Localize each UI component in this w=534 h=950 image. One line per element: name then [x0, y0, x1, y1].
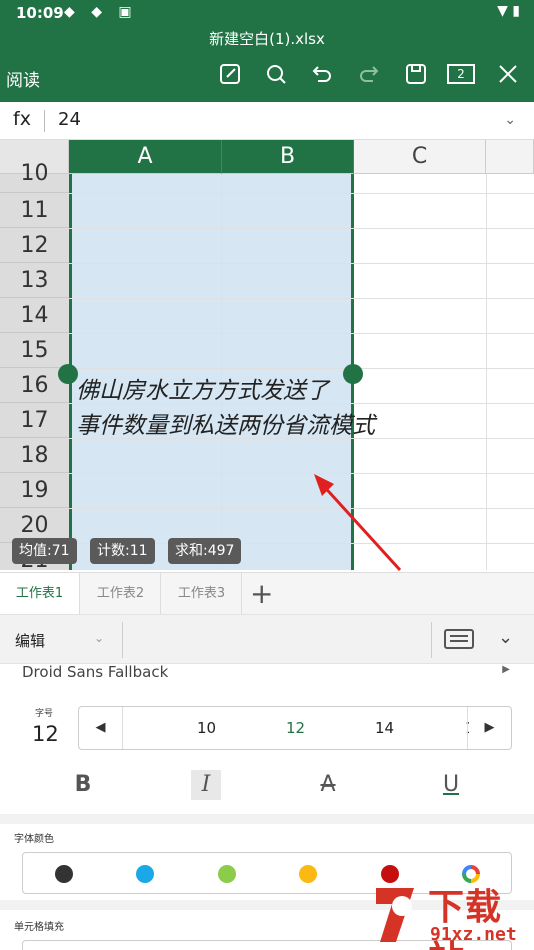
font-size-caption: 字号 [35, 709, 54, 719]
redo-icon[interactable] [355, 60, 383, 88]
keyboard-icon[interactable] [444, 629, 474, 649]
row-header[interactable]: 12 [0, 228, 69, 263]
row-divider [69, 368, 534, 369]
count-badge: 计数:11 [90, 538, 155, 564]
font-size-current: 12 [32, 722, 59, 746]
size-prev-icon[interactable]: ◀ [79, 707, 123, 749]
font-color-label: 字体颜色 [14, 834, 54, 845]
strikethrough-button[interactable]: A [313, 770, 343, 800]
status-wifi-battery-icon: ▼ ▮ [497, 3, 520, 19]
status-notification-icons: ◆ ◆ ▣ [64, 4, 138, 20]
status-time: 10:09 [16, 4, 64, 22]
edit-toolbar: 编辑 ⌄ ⌄ [0, 614, 534, 664]
formula-input[interactable]: 24 [58, 109, 81, 130]
formula-bar: fx 24 ⌄ [0, 102, 534, 140]
row-header[interactable]: 10 [0, 163, 69, 193]
sheet-tab-2[interactable]: 工作表2 [81, 573, 161, 615]
sheet-tab-bar: 工作表1 工作表2 工作表3 + [0, 572, 534, 615]
row-header[interactable]: 14 [0, 298, 69, 333]
watermark: 下载站 91xz.net [366, 882, 532, 950]
collapse-chevron-icon[interactable]: ⌄ [498, 627, 513, 648]
color-swatch-black[interactable] [55, 865, 73, 883]
toolbar-divider [122, 622, 123, 658]
color-swatch-red[interactable] [381, 865, 399, 883]
window-count-icon[interactable]: 2 [447, 64, 475, 84]
color-swatch-blue[interactable] [136, 865, 154, 883]
edit-icon[interactable] [216, 60, 244, 88]
document-title: 新建空白(1).xlsx [209, 30, 325, 48]
row-divider [69, 228, 534, 229]
size-option-10[interactable]: 10 [197, 719, 216, 737]
selection-handle-right[interactable] [343, 364, 363, 384]
edit-mode-select[interactable]: 编辑 [15, 630, 45, 651]
save-icon[interactable] [402, 60, 430, 88]
spreadsheet-grid[interactable]: A B C 10 11 12 13 14 15 16 17 18 19 20 2… [0, 140, 534, 570]
column-header-c[interactable]: C [354, 140, 486, 174]
column-divider [486, 174, 487, 570]
row-header[interactable]: 15 [0, 333, 69, 368]
caret-right-icon[interactable]: ▶ [502, 664, 510, 675]
row-header[interactable]: 18 [0, 438, 69, 473]
column-header-b[interactable]: B [222, 140, 354, 174]
undo-icon[interactable] [308, 60, 336, 88]
row-divider [69, 333, 534, 334]
average-badge: 均值:71 [12, 538, 77, 564]
watermark-url: 91xz.net [430, 924, 517, 945]
row-header[interactable]: 11 [0, 193, 69, 228]
color-swatch-yellow[interactable] [299, 865, 317, 883]
column-header-a[interactable]: A [69, 140, 222, 174]
cell-fill-label: 单元格填充 [14, 922, 64, 933]
watermark-logo-icon [376, 888, 414, 942]
title-bar: 10:09 ◆ ◆ ▣ ▼ ▮ 新建空白(1).xlsx 阅读 2 [0, 0, 534, 102]
chevron-down-icon[interactable]: ⌄ [94, 631, 104, 645]
toolbar-divider [431, 622, 432, 658]
fx-label: fx [13, 108, 31, 130]
size-option-12[interactable]: 12 [286, 719, 305, 737]
row-header[interactable]: 17 [0, 403, 69, 438]
italic-button[interactable]: I [191, 770, 221, 800]
font-size-picker[interactable]: ◀ 10 12 14 1 ▶ [78, 706, 512, 750]
sheet-tab-3[interactable]: 工作表3 [162, 573, 242, 615]
chevron-down-icon[interactable]: ⌄ [504, 112, 516, 128]
size-option-14[interactable]: 14 [375, 719, 394, 737]
font-name-select[interactable]: Droid Sans Fallback [22, 663, 168, 681]
color-swatch-green[interactable] [218, 865, 236, 883]
cell-a16[interactable]: 佛山房水立方方式发送了 [76, 371, 329, 405]
row-header[interactable]: 19 [0, 473, 69, 508]
sheet-tab-1[interactable]: 工作表1 [0, 573, 80, 615]
underline-button[interactable]: U [436, 770, 466, 800]
sum-badge: 求和:497 [168, 538, 242, 564]
row-divider [69, 298, 534, 299]
close-icon[interactable] [494, 60, 522, 88]
column-header-d[interactable] [486, 140, 534, 174]
row-divider [69, 263, 534, 264]
section-separator [0, 814, 534, 824]
size-next-icon[interactable]: ▶ [467, 707, 511, 749]
read-mode-button[interactable]: 阅读 [6, 66, 40, 91]
cell-a17[interactable]: 事件数量到私送两份省流模式 [76, 406, 375, 440]
annotation-arrow-icon [314, 474, 402, 572]
row-header[interactable]: 13 [0, 263, 69, 298]
search-icon[interactable] [262, 60, 290, 88]
selection-handle-left[interactable] [58, 364, 78, 384]
bold-button[interactable]: B [68, 770, 98, 800]
formula-divider [44, 110, 45, 132]
add-sheet-icon[interactable]: + [250, 577, 273, 610]
row-divider [69, 193, 534, 194]
